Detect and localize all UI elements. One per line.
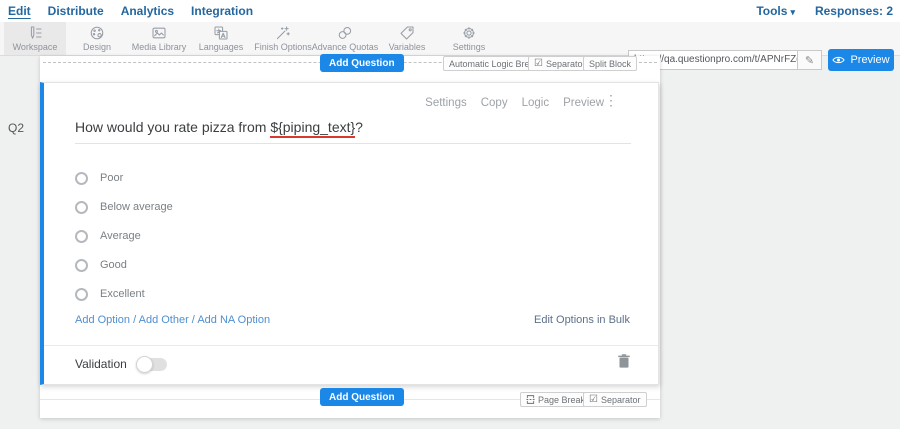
answer-option-label[interactable]: Below average bbox=[100, 201, 173, 213]
answer-option-row: Below average bbox=[75, 199, 173, 215]
chip-label: Split Block bbox=[589, 59, 631, 69]
question-copy-action[interactable]: Copy bbox=[481, 97, 508, 109]
answer-option-label[interactable]: Excellent bbox=[100, 288, 145, 300]
answer-option-label[interactable]: Good bbox=[100, 259, 127, 271]
question-text[interactable]: How would you rate pizza from ${piping_t… bbox=[75, 119, 363, 135]
add-question-button-bottom[interactable]: Add Question bbox=[320, 388, 404, 406]
toggle-knob bbox=[136, 356, 153, 373]
add-question-button-top[interactable]: Add Question bbox=[320, 54, 404, 72]
link-separator: / bbox=[130, 314, 139, 326]
top-nav: Edit Distribute Analytics Integration To… bbox=[0, 0, 900, 22]
question-number: Q2 bbox=[8, 121, 24, 135]
radio-button[interactable] bbox=[75, 201, 88, 214]
toolbar-item-finish-options[interactable]: Finish Options bbox=[252, 22, 314, 55]
toolbar-item-label: Media Library bbox=[132, 42, 187, 52]
top-nav-links: Edit Distribute Analytics Integration bbox=[8, 0, 253, 22]
toolbar-item-label: Design bbox=[83, 42, 111, 52]
answer-option-label[interactable]: Average bbox=[100, 230, 141, 242]
workspace-panel: Add Question Automatic Logic Break ☑ Sep… bbox=[40, 56, 660, 418]
eye-icon bbox=[832, 55, 845, 65]
page-break-chip[interactable]: Page Break bbox=[520, 392, 591, 407]
question-input-underline bbox=[75, 143, 631, 144]
validation-row: Validation bbox=[75, 355, 167, 373]
answer-option-row: Excellent bbox=[75, 286, 145, 302]
preview-button[interactable]: Preview bbox=[828, 49, 894, 71]
toolbar-item-variables[interactable]: Variables bbox=[376, 22, 438, 55]
toolbar-item-advance-quotas[interactable]: Advance Quotas bbox=[314, 22, 376, 55]
toolbar-item-label: Variables bbox=[389, 42, 426, 52]
question-text-before: How would you rate pizza from bbox=[75, 119, 270, 135]
editor-toolbar: Workspace Design Media Library Languages… bbox=[0, 22, 900, 56]
answer-option-label[interactable]: Poor bbox=[100, 172, 123, 184]
answer-option-row: Poor bbox=[75, 170, 123, 186]
settings-icon bbox=[461, 25, 477, 40]
separator-chip-bottom[interactable]: ☑ Separator bbox=[583, 392, 647, 407]
separator-chip-top[interactable]: ☑ Separator bbox=[528, 56, 592, 71]
nav-tab-integration[interactable]: Integration bbox=[191, 4, 253, 18]
toolbar-item-label: Finish Options bbox=[254, 42, 312, 52]
page-break-icon bbox=[526, 394, 535, 405]
nav-tab-analytics[interactable]: Analytics bbox=[121, 4, 174, 18]
toolbar-item-label: Advance Quotas bbox=[312, 42, 379, 52]
toolbar-item-settings[interactable]: Settings bbox=[438, 22, 500, 55]
add-other-link[interactable]: Add Other bbox=[139, 314, 189, 326]
radio-button[interactable] bbox=[75, 259, 88, 272]
question-preview-action[interactable]: Preview bbox=[563, 97, 604, 109]
toolbar-item-design[interactable]: Design bbox=[66, 22, 128, 55]
tools-label: Tools bbox=[756, 4, 787, 18]
design-icon bbox=[89, 25, 105, 40]
variables-icon bbox=[399, 25, 415, 40]
piping-token: ${piping_text} bbox=[270, 119, 355, 138]
chip-label: Separator bbox=[546, 59, 586, 69]
toolbar-item-media-library[interactable]: Media Library bbox=[128, 22, 190, 55]
question-logic-action[interactable]: Logic bbox=[522, 97, 550, 109]
languages-icon bbox=[213, 25, 229, 40]
chip-label: Automatic Logic Break bbox=[449, 59, 539, 69]
edit-options-in-bulk-link[interactable]: Edit Options in Bulk bbox=[534, 314, 630, 326]
question-card: Settings Copy Logic Preview ⋮ How would … bbox=[40, 82, 659, 385]
workspace-icon bbox=[27, 25, 43, 40]
toolbar-items: Workspace Design Media Library Languages… bbox=[4, 22, 500, 55]
toolbar-item-label: Settings bbox=[453, 42, 486, 52]
chip-label: Separator bbox=[601, 395, 641, 405]
edit-url-pencil-icon[interactable]: ✎ bbox=[798, 50, 822, 70]
answer-option-row: Good bbox=[75, 257, 127, 273]
preview-button-label: Preview bbox=[850, 54, 889, 66]
toolbar-item-languages[interactable]: Languages bbox=[190, 22, 252, 55]
checkbox-icon: ☑ bbox=[589, 395, 598, 405]
media-library-icon bbox=[151, 25, 167, 40]
validation-toggle[interactable] bbox=[137, 358, 167, 371]
card-divider bbox=[44, 345, 658, 346]
responses-link[interactable]: Responses: 2 bbox=[815, 4, 893, 18]
add-na-option-link[interactable]: Add NA Option bbox=[197, 314, 270, 326]
add-option-link[interactable]: Add Option bbox=[75, 314, 130, 326]
add-option-links: Add Option / Add Other / Add NA Option bbox=[75, 314, 270, 326]
toolbar-item-label: Languages bbox=[199, 42, 244, 52]
answer-option-row: Average bbox=[75, 228, 141, 244]
advance-quotas-icon bbox=[337, 25, 353, 40]
radio-button[interactable] bbox=[75, 288, 88, 301]
toolbar-item-label: Workspace bbox=[13, 42, 58, 52]
more-menu-icon[interactable]: ⋮ bbox=[604, 93, 618, 108]
toolbar-item-workspace[interactable]: Workspace bbox=[4, 22, 66, 55]
nav-tab-edit[interactable]: Edit bbox=[8, 4, 31, 18]
finish-options-icon bbox=[275, 25, 291, 40]
top-nav-right: Tools▾ Responses: 2 bbox=[756, 0, 893, 22]
radio-button[interactable] bbox=[75, 230, 88, 243]
nav-tab-distribute[interactable]: Distribute bbox=[48, 4, 104, 18]
chip-label: Page Break bbox=[538, 395, 585, 405]
radio-button[interactable] bbox=[75, 172, 88, 185]
question-text-after: ? bbox=[355, 119, 363, 135]
checkbox-icon: ☑ bbox=[534, 59, 543, 69]
validation-label: Validation bbox=[75, 357, 127, 371]
split-block-chip[interactable]: Split Block bbox=[583, 56, 637, 71]
chevron-down-icon: ▾ bbox=[790, 7, 795, 17]
question-card-actions: Settings Copy Logic Preview bbox=[425, 97, 604, 109]
question-settings-action[interactable]: Settings bbox=[425, 97, 467, 109]
delete-question-trash-icon[interactable] bbox=[618, 354, 630, 368]
tools-dropdown[interactable]: Tools▾ bbox=[756, 4, 795, 18]
